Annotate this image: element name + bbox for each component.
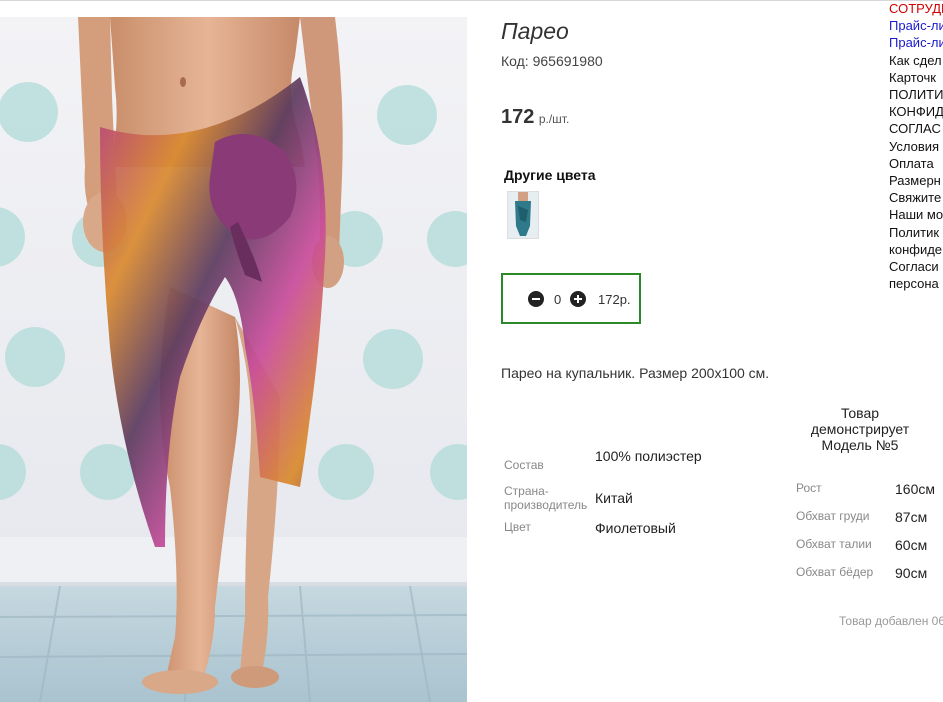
measurement-value: 160см bbox=[895, 481, 935, 497]
measurement-value: 60см bbox=[895, 537, 928, 553]
price-value: 172 bbox=[501, 106, 535, 128]
measurement-key: Обхват талии bbox=[796, 537, 872, 551]
side-menu-item[interactable]: персона bbox=[889, 275, 943, 292]
product-title: Парео bbox=[501, 18, 569, 44]
top-border bbox=[0, 0, 943, 1]
attribute-value: 100% полиэстер bbox=[595, 448, 702, 464]
added-date: Товар добавлен 06 bbox=[839, 614, 943, 628]
side-menu-item[interactable]: конфиде bbox=[889, 241, 943, 258]
side-menu-item[interactable]: Условия bbox=[889, 138, 943, 155]
side-menu-item[interactable]: Политик bbox=[889, 224, 943, 241]
side-menu-item[interactable]: Размерн bbox=[889, 172, 943, 189]
other-colors-title: Другие цвета bbox=[504, 167, 596, 183]
measurement-key: Рост bbox=[796, 481, 822, 495]
measurement-key: Обхват бёдер bbox=[796, 565, 874, 579]
side-menu-item[interactable]: Наши мо bbox=[889, 206, 943, 223]
quantity-sum: 172р. bbox=[598, 292, 631, 307]
attribute-value: Китай bbox=[595, 490, 633, 506]
side-menu-item[interactable]: Прайс-ли bbox=[889, 17, 943, 34]
price-unit: р./шт. bbox=[538, 112, 570, 126]
attribute-key: Состав bbox=[504, 458, 544, 472]
increase-quantity-button[interactable] bbox=[570, 291, 586, 307]
measurement-key: Обхват груди bbox=[796, 509, 870, 523]
side-menu: СОТРУДН Прайс-ли Прайс-ли Как сдел Карто… bbox=[889, 0, 943, 300]
quantity-value: 0 bbox=[554, 292, 562, 307]
product-description: Парео на купальник. Размер 200х100 см. bbox=[501, 365, 770, 381]
attribute-value: Фиолетовый bbox=[595, 520, 676, 536]
side-menu-item[interactable]: СОТРУДН bbox=[889, 0, 943, 17]
product-photo[interactable] bbox=[0, 17, 467, 702]
side-menu-item[interactable]: СОГЛАС bbox=[889, 120, 943, 137]
side-menu-item[interactable]: Прайс-ли bbox=[889, 34, 943, 51]
side-menu-item[interactable]: Как сдел bbox=[889, 52, 943, 69]
side-menu-item[interactable]: КОНФИД bbox=[889, 103, 943, 120]
quantity-selector: 0 172р. bbox=[501, 273, 641, 324]
product-price: 172 р./шт. bbox=[501, 106, 569, 129]
side-menu-item[interactable]: Карточк bbox=[889, 69, 943, 86]
decrease-quantity-button[interactable] bbox=[528, 291, 544, 307]
attribute-key: Страна-производитель bbox=[504, 484, 588, 512]
measurement-value: 90см bbox=[895, 565, 928, 581]
product-image bbox=[0, 17, 467, 702]
color-variant-thumbnail[interactable] bbox=[507, 191, 539, 239]
side-menu-item[interactable]: Свяжите bbox=[889, 189, 943, 206]
measurement-value: 87см bbox=[895, 509, 928, 525]
product-code: Код: 965691980 bbox=[501, 53, 603, 69]
thumbnail-image bbox=[508, 192, 538, 238]
model-title: Товар демонстрирует Модель №5 bbox=[810, 405, 910, 453]
attribute-key: Цвет bbox=[504, 520, 531, 534]
side-menu-item[interactable]: Оплата bbox=[889, 155, 943, 172]
side-menu-item[interactable]: Согласи bbox=[889, 258, 943, 275]
side-menu-item[interactable]: ПОЛИТИ bbox=[889, 86, 943, 103]
